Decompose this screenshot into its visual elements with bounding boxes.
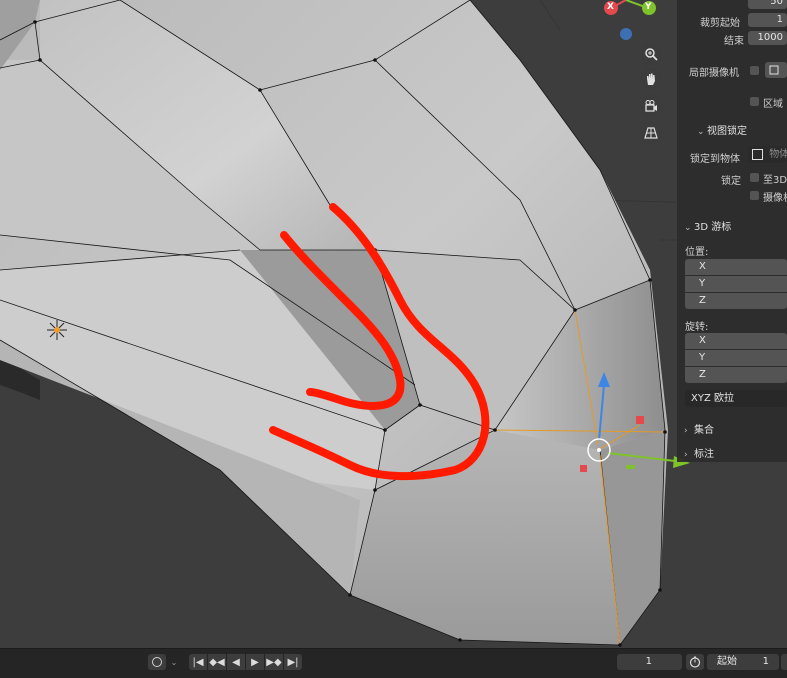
gizmo-z-axis[interactable]: [620, 28, 632, 40]
chevron-right-icon: ›: [684, 426, 688, 436]
annotation-section-title: 标注: [694, 449, 714, 460]
viewport-canvas[interactable]: [0, 0, 787, 648]
collection-section-header[interactable]: › 集合: [684, 421, 714, 436]
frame-start-label: 起始: [717, 656, 737, 667]
keying-dropdown[interactable]: ⌄: [168, 654, 180, 670]
region-label: 区域: [763, 99, 783, 110]
lock-to-3d-cursor-checkbox[interactable]: [750, 173, 759, 182]
cursor-location-y[interactable]: Y: [685, 276, 787, 292]
collection-section-title: 集合: [694, 425, 714, 436]
cursor-rotation-y[interactable]: Y: [685, 350, 787, 366]
clip-start-field[interactable]: 1: [748, 13, 787, 27]
zoom-button[interactable]: [640, 43, 662, 65]
prev-keyframe-icon: ◆◀: [209, 656, 225, 668]
clip-end-field[interactable]: 1000: [748, 31, 787, 45]
lock-object-placeholder: 物体: [769, 149, 787, 160]
local-camera-field[interactable]: [765, 62, 787, 78]
camera-icon: [645, 100, 657, 112]
prev-keyframe-button[interactable]: ◆◀: [208, 654, 226, 670]
3d-cursor-section-title: 3D 游标: [694, 222, 732, 233]
3d-viewport[interactable]: X Y: [0, 0, 787, 648]
keying-button[interactable]: [148, 654, 166, 670]
object-icon: [752, 148, 763, 160]
camera-object-icon: [769, 65, 779, 75]
local-camera-checkbox[interactable]: [750, 66, 759, 75]
chevron-down-icon: ⌄: [697, 127, 705, 137]
cursor-location-z[interactable]: Z: [685, 293, 787, 309]
jump-end-icon: ▶|: [287, 656, 299, 668]
hand-icon: [647, 73, 655, 85]
lock-object-field[interactable]: 物体: [748, 146, 787, 163]
lock-camera-label: 摄像机: [763, 193, 787, 204]
frame-end-field[interactable]: [781, 654, 787, 670]
timeline-header: ⌄ |◀ ◆◀ ◀ ▶ ▶◆ ▶| 1 起始 1: [0, 648, 787, 678]
light-object-icon[interactable]: [47, 320, 67, 340]
lock-label: 锁定: [721, 176, 741, 187]
keyframe-circle-icon: [152, 657, 162, 667]
region-checkbox[interactable]: [750, 97, 759, 106]
next-keyframe-button[interactable]: ▶◆: [265, 654, 283, 670]
location-label: 位置:: [685, 247, 709, 258]
rotation-label: 旋转:: [685, 322, 709, 333]
jump-start-icon: |◀: [192, 656, 204, 668]
view-lock-section-title: 视图锁定: [707, 126, 747, 137]
frame-start-field[interactable]: 起始 1: [707, 654, 779, 670]
3d-cursor-section-header[interactable]: ⌄ 3D 游标: [684, 218, 731, 233]
zoom-icon: [645, 48, 658, 61]
lock-object-label: 锁定到物体: [690, 154, 740, 165]
view-lock-section-header[interactable]: ⌄ 视图锁定: [697, 122, 747, 137]
play-reverse-icon: ◀: [232, 656, 240, 668]
cursor-rotation-z[interactable]: Z: [685, 367, 787, 383]
pan-button[interactable]: [640, 68, 662, 90]
annotation-section-header[interactable]: › 标注: [684, 445, 714, 460]
frame-start-value: 1: [762, 656, 769, 667]
chevron-right-icon: ›: [684, 450, 688, 460]
perspective-toggle-button[interactable]: [640, 122, 662, 144]
rotation-mode-dropdown[interactable]: XYZ 欧拉: [685, 390, 787, 407]
clip-start-label: 裁剪起始: [700, 18, 740, 29]
gizmo-x-label: X: [607, 2, 614, 12]
focal-length-field[interactable]: 50: [748, 0, 787, 9]
cursor-location-x[interactable]: X: [685, 259, 787, 275]
cursor-rotation-x[interactable]: X: [685, 333, 787, 349]
grid-icon: [644, 127, 658, 139]
gizmo-y-label: Y: [645, 2, 652, 12]
lock-camera-checkbox[interactable]: [750, 191, 759, 200]
preview-range-button[interactable]: [686, 654, 704, 670]
camera-view-button[interactable]: [640, 95, 662, 117]
local-camera-label: 局部摄像机: [689, 68, 739, 79]
jump-to-start-button[interactable]: |◀: [189, 654, 207, 670]
play-icon: ▶: [251, 656, 259, 668]
clip-end-label: 结束: [724, 36, 744, 47]
chevron-down-icon: ⌄: [170, 657, 178, 667]
play-reverse-button[interactable]: ◀: [227, 654, 245, 670]
stopwatch-icon: [689, 656, 701, 668]
play-button[interactable]: ▶: [246, 654, 264, 670]
chevron-down-icon: ⌄: [684, 223, 692, 233]
current-frame-field[interactable]: 1: [617, 654, 682, 670]
next-keyframe-icon: ▶◆: [266, 656, 282, 668]
lock-to-3d-cursor-label: 至3D: [763, 175, 787, 186]
jump-to-end-button[interactable]: ▶|: [284, 654, 302, 670]
